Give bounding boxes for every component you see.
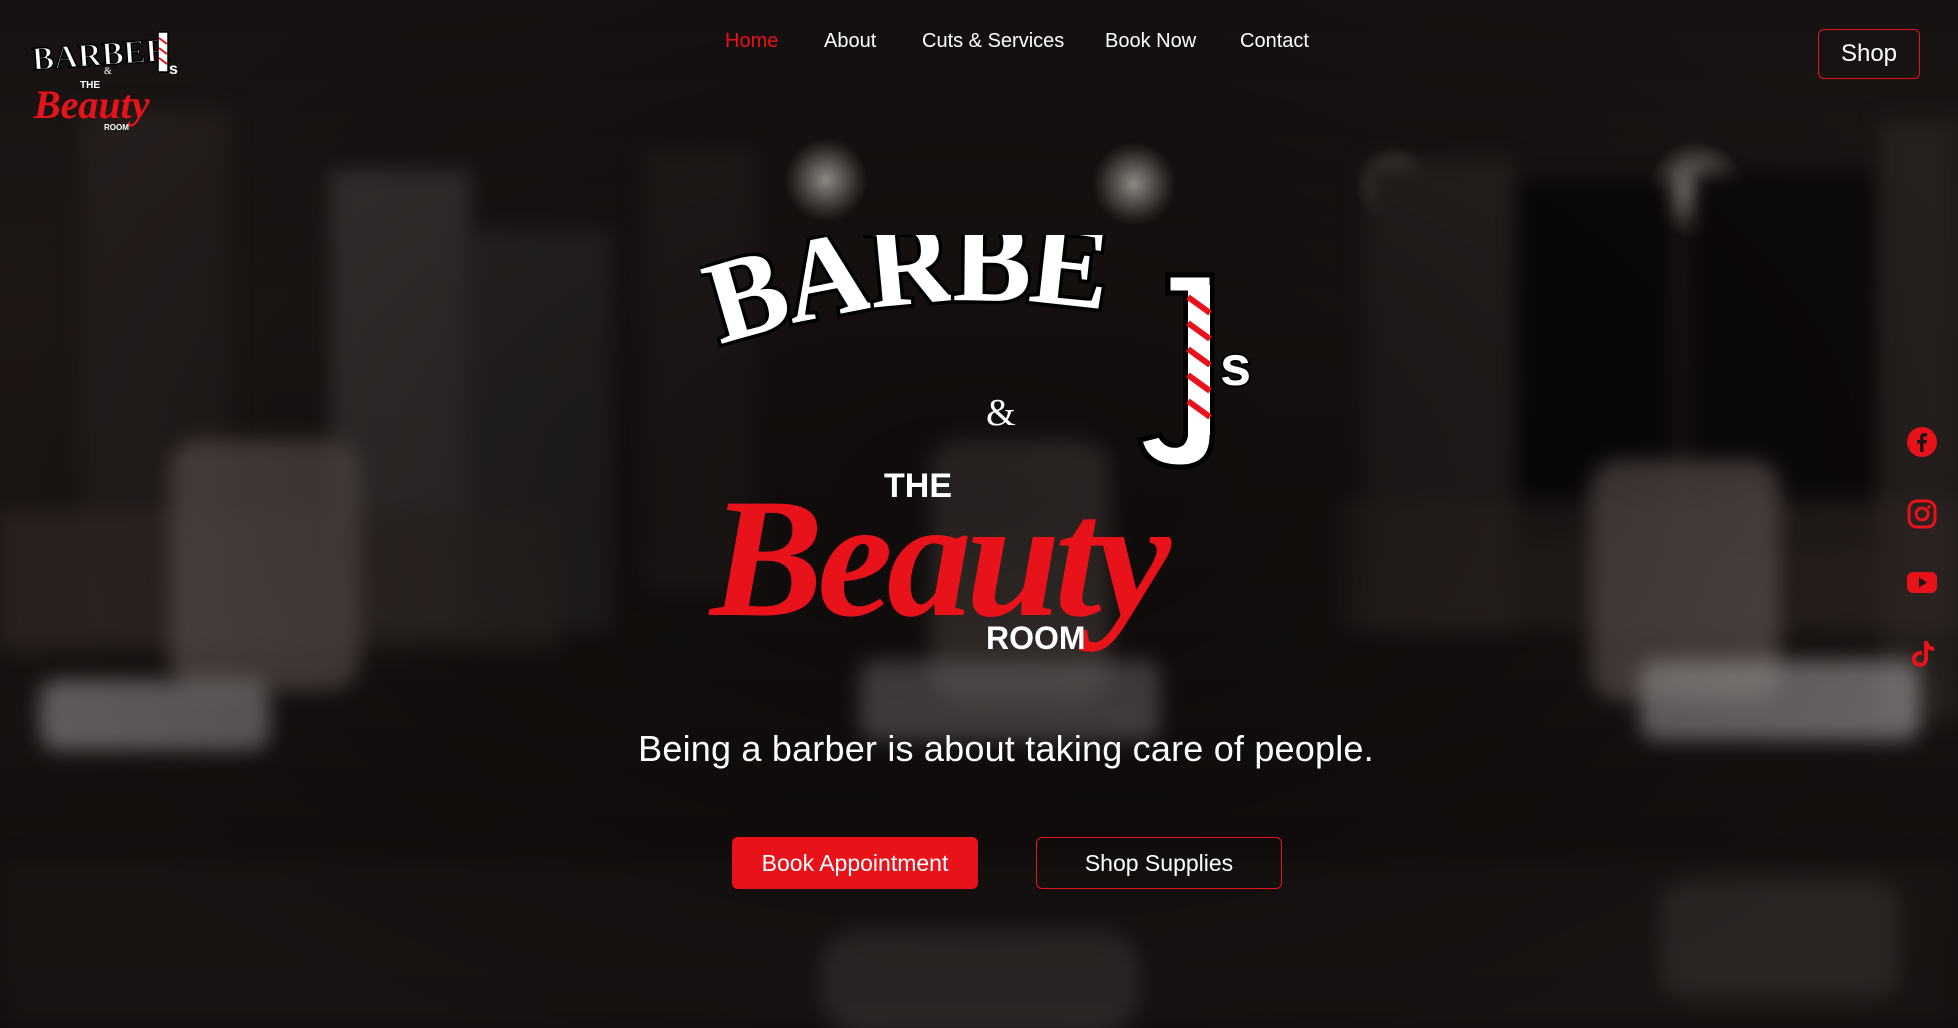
- svg-text:ROOM: ROOM: [986, 620, 1086, 656]
- nav-item-home[interactable]: Home: [725, 30, 778, 53]
- shop-supplies-button[interactable]: Shop Supplies: [1036, 837, 1282, 889]
- svg-text:BARBER: BARBER: [31, 32, 172, 78]
- svg-text:Beauty: Beauty: [33, 82, 150, 127]
- svg-text:&: &: [986, 392, 1016, 434]
- svg-text:Beauty: Beauty: [708, 464, 1172, 652]
- book-appointment-button[interactable]: Book Appointment: [732, 837, 978, 889]
- svg-text:s: s: [1220, 334, 1251, 397]
- hero-tagline: Being a barber is about taking care of p…: [638, 728, 1374, 769]
- shop-button[interactable]: Shop: [1818, 29, 1920, 79]
- youtube-icon[interactable]: [1906, 566, 1938, 598]
- nav-item-book-now[interactable]: Book Now: [1105, 30, 1196, 53]
- svg-text:BARBER: BARBER: [700, 235, 1113, 369]
- facebook-icon[interactable]: [1906, 426, 1938, 458]
- svg-text:ROOM: ROOM: [104, 123, 129, 132]
- tiktok-icon[interactable]: [1906, 638, 1938, 670]
- nav-item-contact[interactable]: Contact: [1240, 30, 1309, 53]
- site-logo[interactable]: BARBER s & THE Beauty ROOM: [30, 26, 188, 136]
- instagram-icon[interactable]: [1906, 498, 1938, 530]
- hero-logo: BARBER s & THE Beauty ROOM: [700, 235, 1253, 656]
- svg-text:s: s: [169, 61, 178, 78]
- nav-item-cuts-services[interactable]: Cuts & Services: [922, 30, 1064, 53]
- barber-pole-icon: [1137, 272, 1215, 470]
- nav-item-about[interactable]: About: [824, 30, 876, 53]
- svg-text:&: &: [104, 66, 112, 77]
